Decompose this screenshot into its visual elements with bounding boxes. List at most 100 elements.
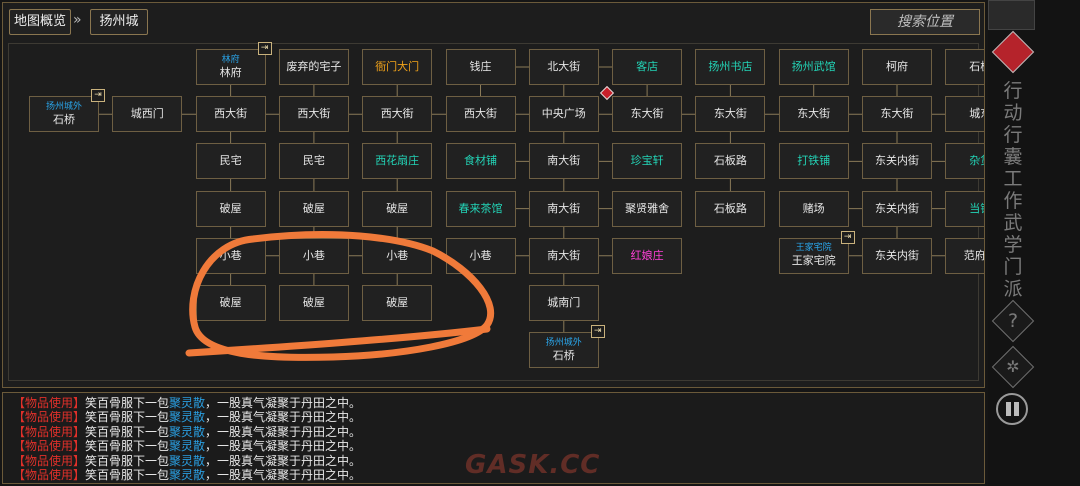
map-node-dongdajie3[interactable]: 东大街 [778,96,849,133]
map-node-chunlai[interactable]: 春来茶馆 [445,190,516,227]
log-before: 笑百骨服下一包 [85,396,170,410]
map-node-label: 南大街 [547,201,581,215]
map-node-shibanlu2[interactable]: 石板路 [695,190,766,227]
exit-arrow-icon[interactable]: ⇥ [91,89,105,103]
map-node-chengwai_w[interactable]: 扬州城外 石桥 [29,96,99,133]
map-node-zhongyang[interactable]: 中央广场 [528,96,599,133]
map-node-nandajie1[interactable]: 南大街 [528,143,599,180]
map-node-xiangzi3[interactable]: 小巷 [362,237,433,274]
map-node-duchang[interactable]: 赌场 [778,190,849,227]
map-node-minzhai2[interactable]: 民宅 [278,143,349,180]
log-item: 聚灵散 [169,439,206,454]
map-node-label: 聚贤雅舍 [625,201,670,215]
map-node-beidajie[interactable]: 北大街 [528,49,599,85]
map-node-label: 北大街 [547,60,581,73]
map-node-label: 城南门 [547,296,581,309]
map-node-zahuo[interactable]: 杂货 [945,143,984,180]
map-node-nandajie3[interactable]: 南大街 [528,237,599,274]
map-node-kefu[interactable]: 柯府 [862,49,932,85]
map-node-label: 破屋 [302,201,325,215]
map-node-powu3[interactable]: 破屋 [362,190,433,227]
map-node-minzhai1[interactable]: 民宅 [195,143,266,180]
map-node-label: 西花扇庄 [375,154,420,168]
map-node-xidajie4[interactable]: 西大街 [445,96,516,133]
map-node-xiangzi1[interactable]: 小巷 [195,237,266,274]
map-node-shibanlu1[interactable]: 石板路 [695,143,766,180]
map-node-label: 破屋 [219,296,242,309]
breadcrumb-map-overview[interactable]: 地图概览 [9,9,71,35]
map-node-xidajie3[interactable]: 西大街 [362,96,433,133]
map-node-dongguan3[interactable]: 东关内街 [862,237,932,274]
map-node-powu5[interactable]: 破屋 [278,285,349,321]
map-node-wuguan[interactable]: 扬州武馆 [778,49,849,85]
log-tag: 【物品使用】 [13,453,86,468]
map-node-kedian[interactable]: 客店 [612,49,683,85]
map-node-dongguan1[interactable]: 东关内街 [862,143,932,180]
map-node-hongniang[interactable]: 红娘庄 [612,237,683,274]
map-node-sublabel: 扬州城外 [545,337,582,348]
map-node-dongdajie4[interactable]: 东大街 [862,96,932,133]
map-node-dongguan2[interactable]: 东关内街 [862,190,932,227]
map-node-label: 城西门 [130,107,164,121]
log-item: 聚灵散 [169,410,206,425]
map-node-xihua[interactable]: 西花扇庄 [362,143,433,180]
map-node-chengximen[interactable]: 城西门 [112,96,183,133]
map-node-powu6[interactable]: 破屋 [362,285,433,321]
breadcrumb-separator-icon: » [73,12,82,28]
map-node-label: 中央广场 [541,107,586,121]
map-node-powu2[interactable]: 破屋 [278,190,349,227]
map-node-zhenbao[interactable]: 珍宝轩 [612,143,683,180]
map-node-juxian[interactable]: 聚贤雅舍 [612,190,683,227]
map-node-label: 石桥 [552,348,575,362]
map-node-yamen[interactable]: 衙门大门 [362,49,433,85]
map-node-chengnanmen[interactable]: 城南门 [528,285,599,321]
map-node-label: 东大街 [713,107,747,121]
map-node-chengwai_s[interactable]: 扬州城外 石桥 [528,332,599,369]
map-node-wangjia[interactable]: 王家宅院 王家宅院 [778,237,849,274]
map-node-nandajie2[interactable]: 南大街 [528,190,599,227]
map-node-qianzhuang[interactable]: 钱庄 [445,49,516,85]
log-before: 笑百骨服下一包 [85,453,170,468]
map-node-label: 石桥 [53,112,75,126]
map-node-xiangzi2[interactable]: 小巷 [278,237,349,274]
map-node-label: 西大街 [297,107,331,121]
breadcrumb-city[interactable]: 扬州城 [90,9,148,35]
map-node-dongdajie2[interactable]: 东大街 [695,96,766,133]
log-line: 【物品使用】笑百骨服下一包聚灵散，一股真气凝聚于丹田之中。 [13,425,984,439]
settings-icon: ✲ [1006,357,1020,376]
action-command-button[interactable] [991,30,1035,74]
map-node-fanfu[interactable]: 范府门 [945,237,984,274]
search-location-input[interactable]: 搜索位置 [870,9,980,35]
map-node-powu4[interactable]: 破屋 [195,285,266,321]
map-node-feiqi[interactable]: 废弃的宅子 [278,49,349,85]
log-before: 笑百骨服下一包 [85,424,170,439]
log-after: ，一股真气凝聚于丹田之中。 [205,410,362,425]
map-node-label: 小巷 [302,248,325,262]
map-node-xiangzi4[interactable]: 小巷 [445,237,516,274]
map-node-xidajie1[interactable]: 西大街 [195,96,266,133]
map-node-label: 南大街 [547,154,581,168]
pause-button[interactable] [996,393,1028,425]
map-node-label: 客店 [636,60,659,73]
map-node-label: 石板 [969,60,984,73]
sidebar-top-tab[interactable] [988,0,1035,30]
map-node-powu1[interactable]: 破屋 [195,190,266,227]
log-tag: 【物品使用】 [13,396,86,410]
exit-arrow-icon[interactable]: ⇥ [590,325,605,339]
map-node-dongdajie1[interactable]: 东大街 [612,96,683,133]
log-after: ，一股真气凝聚于丹田之中。 [205,467,362,482]
exit-arrow-icon[interactable]: ⇥ [840,230,855,244]
map-node-label: 西大街 [380,107,414,121]
log-tag: 【物品使用】 [13,410,86,425]
map-node-label: 民宅 [219,154,242,168]
map-node-linfu[interactable]: 林府 林府 [195,49,266,85]
map-node-xidajie2[interactable]: 西大街 [278,96,349,133]
map-node-datie[interactable]: 打铁铺 [778,143,849,180]
exit-arrow-icon[interactable]: ⇥ [257,42,272,55]
map-node-shicai[interactable]: 食材铺 [445,143,516,180]
map-node-shudian[interactable]: 扬州书店 [695,49,766,85]
map-node-shiban_r[interactable]: 石板 [945,49,984,85]
map-area[interactable]: 林府林府废弃的宅子衙门大门钱庄北大街客店扬州书店扬州武馆柯府石板扬州城外石桥城西… [3,42,984,387]
map-node-chengdong[interactable]: 城东 [945,96,984,133]
map-node-dangpu[interactable]: 当铺 [945,190,984,227]
